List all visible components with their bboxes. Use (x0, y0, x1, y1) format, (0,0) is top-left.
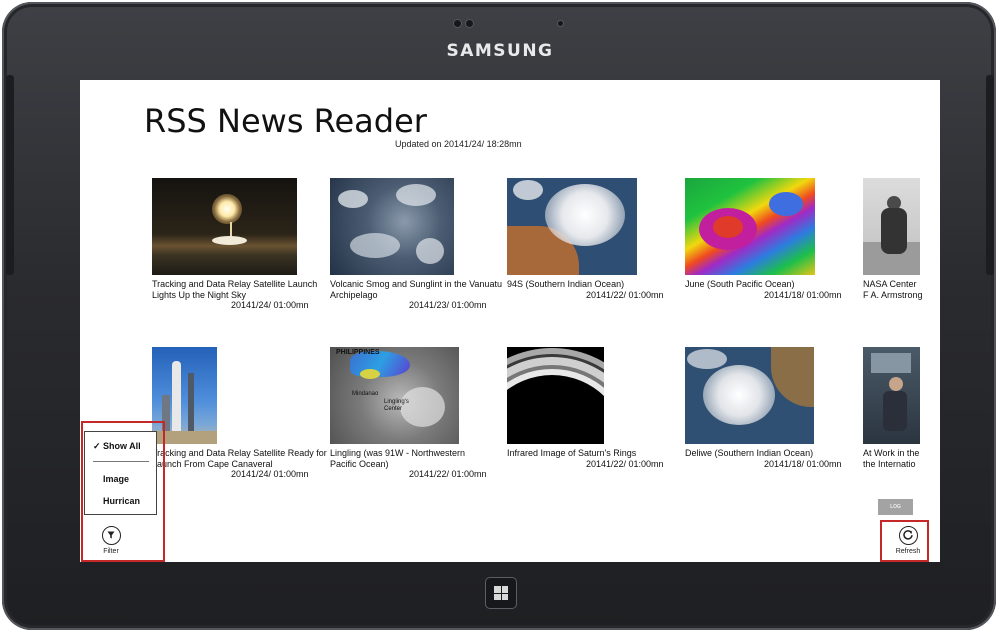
brand-logo: SAMSUNG (446, 41, 554, 61)
camera-lens (454, 20, 461, 27)
news-date: 20141/22/ 01:00mn (409, 469, 487, 479)
news-title: Lingling (was 91W - Northwestern Pacific… (330, 448, 466, 469)
updated-timestamp: Updated on 20141/24/ 18:28mn (395, 139, 522, 149)
side-button-right (986, 75, 994, 275)
thumbnail-image (863, 347, 920, 444)
news-date: 20141/23/ 01:00mn (409, 300, 487, 310)
news-date: 20141/24/ 01:00mn (231, 300, 309, 310)
news-title: June (South Pacific Ocean) (685, 279, 795, 289)
news-title: Tracking and Data Relay Satellite Ready … (152, 448, 327, 469)
map-label-lingling-center: Lingling's Center (384, 399, 409, 412)
map-label-mindanao: Mindanao (352, 391, 379, 397)
thumbnail-image (507, 347, 604, 444)
news-date: 20141/22/ 01:00mn (586, 459, 664, 469)
filter-highlight-box (81, 421, 165, 562)
log-button[interactable]: LOG (878, 499, 913, 515)
thumbnail-image (330, 178, 454, 275)
page-title: RSS News Reader (144, 102, 427, 140)
windows-home-button[interactable] (486, 578, 516, 608)
thumbnail-image (507, 178, 637, 275)
thumbnail-image (863, 178, 920, 275)
news-title: At Work in the the Internatio (863, 448, 920, 469)
news-date: 20141/18/ 01:00mn (764, 459, 842, 469)
camera-sensor (466, 20, 473, 27)
app-screen: RSS News Reader Updated on 20141/24/ 18:… (80, 80, 940, 562)
thumbnail-image (152, 178, 297, 275)
windows-logo-icon (494, 586, 508, 600)
news-title: Deliwe (Southern Indian Ocean) (685, 448, 814, 458)
map-label-philippines: PHILIPPINES (336, 349, 380, 356)
news-title: Infrared Image of Saturn's Rings (507, 448, 637, 458)
news-title: Volcanic Smog and Sunglint in the Vanuat… (330, 279, 502, 300)
thumbnail-image (685, 347, 814, 444)
light-sensor (558, 21, 563, 26)
news-title: 94S (Southern Indian Ocean) (507, 279, 625, 289)
thumbnail-image: PHILIPPINES Mindanao Lingling's Center (330, 347, 459, 444)
news-date: 20141/22/ 01:00mn (586, 290, 664, 300)
refresh-highlight-box (880, 520, 929, 562)
news-date: 20141/18/ 01:00mn (764, 290, 842, 300)
news-date: 20141/24/ 01:00mn (231, 469, 309, 479)
news-title: NASA Center F A. Armstrong (863, 279, 923, 300)
news-title: Tracking and Data Relay Satellite Launch… (152, 279, 318, 300)
thumbnail-image (685, 178, 815, 275)
side-button-left (6, 75, 14, 275)
